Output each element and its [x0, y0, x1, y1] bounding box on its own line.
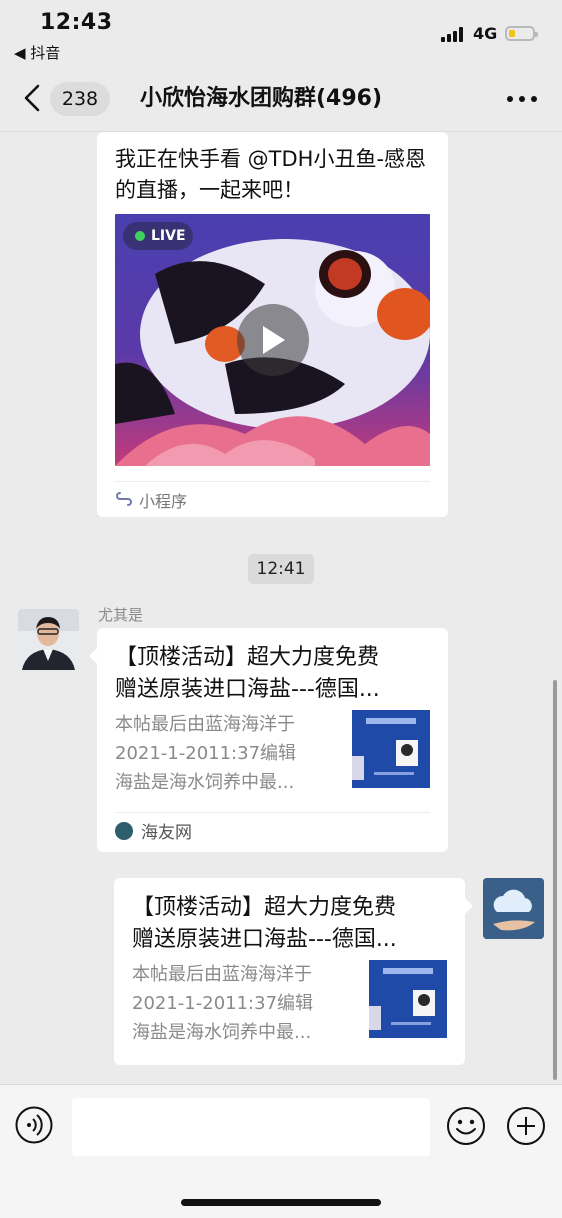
- link-desc-line: 本帖最后由蓝海海洋于: [115, 714, 295, 735]
- unread-count-badge[interactable]: 238: [50, 82, 110, 116]
- play-button[interactable]: [237, 304, 309, 376]
- live-share-card[interactable]: 我正在快手看 @TDH小丑鱼-感恩的直播，一起来吧！ LIVE 小程序: [97, 132, 448, 517]
- link-card-received[interactable]: 【顶楼活动】超大力度免费 赠送原装进口海盐---德国... 本帖最后由蓝海海洋于…: [89, 628, 448, 852]
- emoji-button[interactable]: [446, 1106, 486, 1146]
- voice-button[interactable]: [15, 1106, 53, 1144]
- emoji-icon: [447, 1107, 485, 1145]
- my-avatar[interactable]: [483, 878, 544, 939]
- live-stream-thumbnail[interactable]: LIVE: [115, 214, 430, 466]
- link-description: 本帖最后由蓝海海洋于 2021-1-2011:37编辑 海盐是海水饲养中最...: [132, 960, 352, 1047]
- link-title-line: 【顶楼活动】超大力度免费: [132, 895, 397, 920]
- network-type: 4G: [473, 24, 498, 43]
- link-title-line: 【顶楼活动】超大力度免费: [115, 645, 380, 670]
- message-input[interactable]: [72, 1098, 430, 1156]
- home-indicator[interactable]: [181, 1199, 381, 1206]
- more-dots-icon: [507, 96, 513, 102]
- back-button[interactable]: [18, 80, 48, 116]
- back-to-app-link[interactable]: ◀ 抖音: [14, 42, 60, 63]
- link-desc-line: 海盐是海水饲养中最...: [115, 772, 295, 793]
- signal-icon: [441, 26, 467, 42]
- mini-program-label: 小程序: [139, 492, 188, 511]
- live-indicator-dot: [135, 231, 145, 241]
- link-desc-line: 本帖最后由蓝海海洋于: [132, 964, 312, 985]
- haiyou-logo-icon: [115, 822, 133, 840]
- more-actions-button[interactable]: [506, 1106, 546, 1146]
- link-desc-line: 2021-1-2011:37编辑: [115, 743, 297, 764]
- message-timestamp: 12:41: [248, 554, 314, 584]
- battery-icon: [505, 26, 538, 41]
- status-bar: 12:43 ◀ 抖音 4G: [0, 0, 562, 64]
- person-avatar-image: [18, 609, 79, 670]
- link-source: 海友网: [141, 823, 192, 843]
- link-desc-line: 2021-1-2011:37编辑: [132, 993, 314, 1014]
- voice-icon: [15, 1106, 53, 1144]
- chat-header: 238 小欣怡海水团购群(496): [0, 64, 562, 132]
- live-share-text: 我正在快手看 @TDH小丑鱼-感恩的直播，一起来吧！: [115, 147, 427, 202]
- plus-icon: [507, 1107, 545, 1145]
- link-thumbnail: [352, 710, 430, 788]
- more-options-button[interactable]: [504, 96, 540, 104]
- input-bar: [0, 1084, 562, 1218]
- link-thumbnail: [369, 960, 447, 1038]
- live-badge: LIVE: [123, 222, 193, 250]
- link-card-sent[interactable]: 【顶楼活动】超大力度免费 赠送原装进口海盐---德国... 本帖最后由蓝海海洋于…: [114, 878, 473, 1065]
- link-description: 本帖最后由蓝海海洋于 2021-1-2011:37编辑 海盐是海水饲养中最...: [115, 710, 335, 797]
- link-title: 【顶楼活动】超大力度免费 赠送原装进口海盐---德国...: [115, 642, 435, 706]
- link-desc-line: 海盐是海水饲养中最...: [132, 1022, 312, 1043]
- chat-title: 小欣怡海水团购群(496): [140, 86, 383, 111]
- link-title-line: 赠送原装进口海盐---德国...: [115, 677, 380, 702]
- play-icon: [263, 326, 285, 354]
- battery-fill: [509, 30, 515, 37]
- scrollbar[interactable]: [553, 680, 557, 1080]
- link-title: 【顶楼活动】超大力度免费 赠送原装进口海盐---德国...: [132, 892, 452, 956]
- status-time: 12:43: [40, 10, 113, 35]
- link-title-line: 赠送原装进口海盐---德国...: [132, 927, 397, 952]
- mini-program-icon: [116, 492, 132, 506]
- message-list[interactable]: 我正在快手看 @TDH小丑鱼-感恩的直播，一起来吧！ LIVE 小程序 12:4…: [0, 132, 562, 1084]
- cloud-avatar-image: [483, 878, 544, 939]
- sender-avatar[interactable]: [18, 609, 79, 670]
- chevron-left-icon: [24, 84, 40, 112]
- sender-name: 尤其是: [98, 606, 144, 624]
